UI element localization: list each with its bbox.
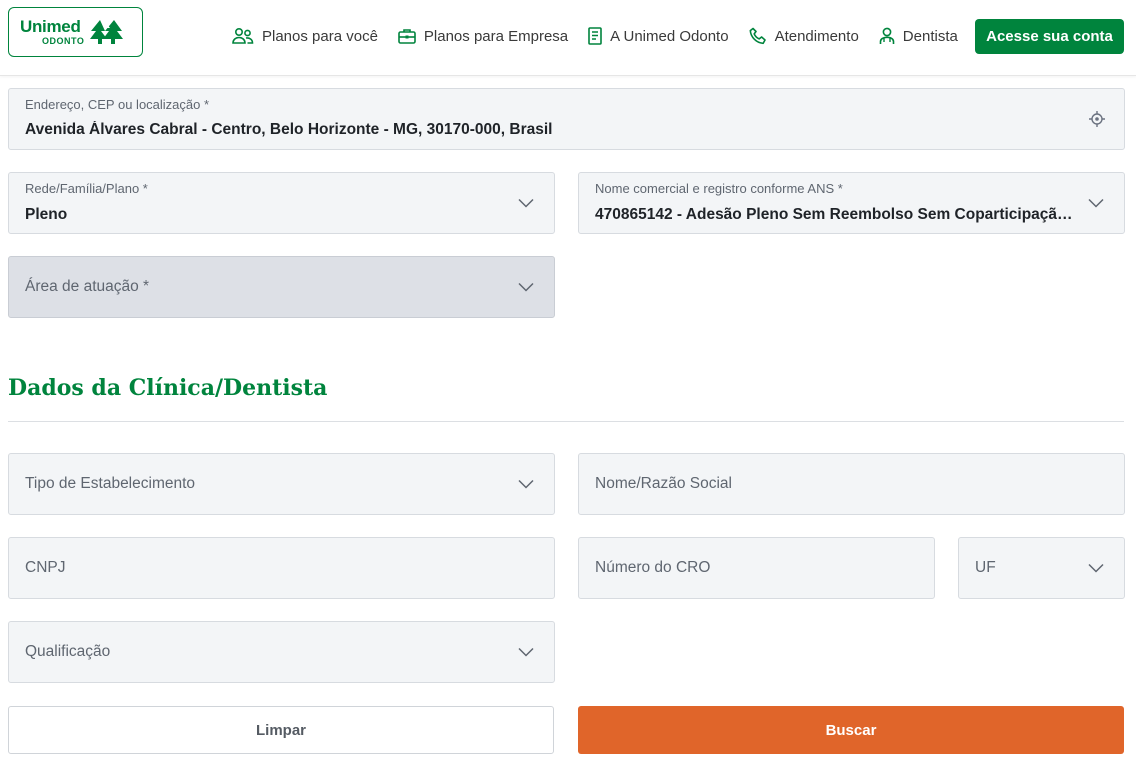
cro-number-placeholder: Número do CRO — [595, 559, 711, 576]
cro-number-input[interactable]: Número do CRO — [578, 537, 935, 599]
address-label: Endereço, CEP ou localização * — [25, 97, 210, 112]
nav-label: A Unimed Odonto — [610, 27, 729, 45]
chevron-down-icon — [1088, 198, 1104, 208]
establishment-type-select[interactable]: Tipo de Estabelecimento — [8, 453, 555, 515]
area-of-practice-placeholder: Área de atuação * — [25, 278, 150, 295]
logo-text: Unimed ODONTO — [20, 18, 84, 46]
address-field[interactable]: Endereço, CEP ou localização * Avenida Á… — [8, 88, 1125, 150]
nav-label: Planos para Empresa — [423, 27, 569, 45]
chevron-down-icon — [518, 479, 534, 489]
chevron-down-icon — [1088, 563, 1104, 573]
people-icon — [232, 27, 254, 44]
qualification-placeholder: Qualificação — [25, 643, 111, 660]
nav-label: Planos para você — [262, 27, 378, 45]
nav-planos-voce[interactable]: Planos para você — [232, 27, 378, 45]
clear-button[interactable]: Limpar — [8, 706, 554, 754]
company-name-placeholder: Nome/Razão Social — [595, 475, 732, 492]
main-nav: Planos para você Planos para Empresa A U… — [232, 24, 978, 48]
search-button[interactable]: Buscar — [578, 706, 1124, 754]
chevron-down-icon — [518, 282, 534, 292]
chevron-down-icon — [518, 647, 534, 657]
network-plan-value: Pleno — [25, 206, 68, 223]
commercial-name-label: Nome comercial e registro conforme ANS * — [595, 181, 843, 196]
nav-planos-empresa[interactable]: Planos para Empresa — [398, 28, 568, 45]
locate-target-icon[interactable] — [1088, 110, 1106, 128]
chevron-down-icon — [518, 198, 534, 208]
network-plan-select[interactable]: Rede/Família/Plano * Pleno — [8, 172, 555, 234]
uf-placeholder: UF — [975, 559, 996, 576]
logo-brand-name: Unimed — [20, 17, 81, 36]
commercial-name-value: 470865142 - Adesão Pleno Sem Reembolso S… — [595, 206, 1080, 223]
nav-label: Atendimento — [774, 27, 859, 45]
book-icon — [588, 27, 602, 45]
unimed-tree-icon — [90, 20, 124, 44]
network-plan-label: Rede/Família/Plano * — [25, 181, 148, 196]
establishment-type-placeholder: Tipo de Estabelecimento — [25, 475, 196, 492]
area-of-practice-select[interactable]: Área de atuação * — [8, 256, 555, 318]
nav-atendimento[interactable]: Atendimento — [749, 27, 859, 45]
nav-a-unimed-odonto[interactable]: A Unimed Odonto — [588, 27, 729, 45]
dentist-icon — [879, 27, 895, 44]
cnpj-input[interactable]: CNPJ — [8, 537, 555, 599]
commercial-name-select[interactable]: Nome comercial e registro conforme ANS *… — [578, 172, 1125, 234]
briefcase-icon — [398, 29, 416, 44]
qualification-select[interactable]: Qualificação — [8, 621, 555, 683]
access-account-button[interactable]: Acesse sua conta — [975, 19, 1124, 54]
company-name-input[interactable]: Nome/Razão Social — [578, 453, 1125, 515]
logo-brand-sub: ODONTO — [42, 36, 85, 46]
section-divider — [8, 421, 1124, 422]
address-value: Avenida Álvares Cabral - Centro, Belo Ho… — [25, 121, 553, 138]
cnpj-placeholder: CNPJ — [25, 559, 66, 576]
unimed-odonto-logo[interactable]: Unimed ODONTO — [8, 7, 143, 57]
section-title: Dados da Clínica/Dentista — [8, 375, 328, 401]
nav-dentista[interactable]: Dentista — [879, 27, 958, 45]
nav-label: Dentista — [902, 27, 958, 45]
uf-select[interactable]: UF — [958, 537, 1125, 599]
site-header: Unimed ODONTO Planos para você Planos pa… — [0, 0, 1136, 76]
phone-icon — [749, 27, 766, 45]
